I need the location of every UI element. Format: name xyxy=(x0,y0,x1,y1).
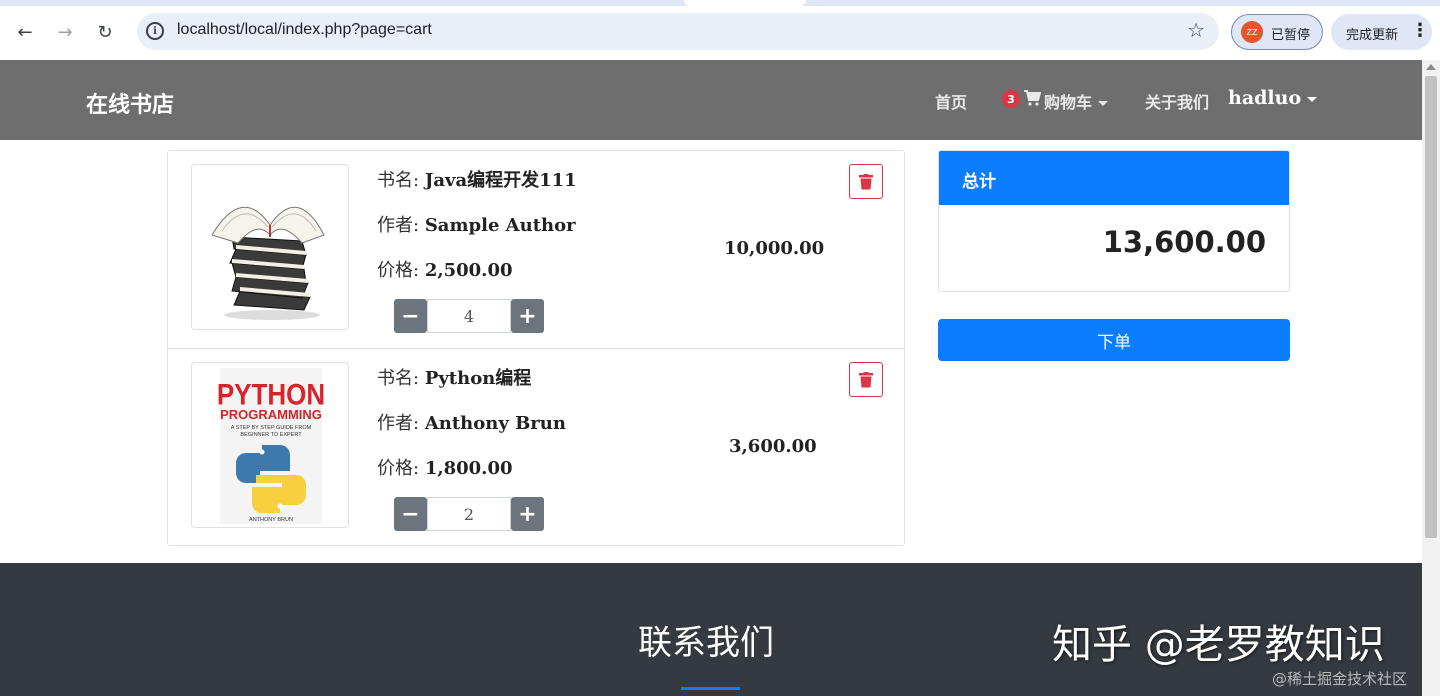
chevron-down-icon xyxy=(1098,101,1109,106)
avatar: ZZ xyxy=(1241,21,1263,43)
quantity-input[interactable] xyxy=(427,497,511,531)
page-scrollbar[interactable] xyxy=(1422,60,1440,696)
book-author: Anthony Brun xyxy=(424,413,566,434)
book-author: Sample Author xyxy=(424,215,576,236)
price-label: 价格: xyxy=(377,458,420,479)
book-cover-image: PYTHON PROGRAMMING A STEP BY STEP GUIDE … xyxy=(191,362,349,528)
forward-icon[interactable]: → xyxy=(51,18,79,46)
trash-icon xyxy=(859,371,873,387)
browser-chrome: ← → ↻ i localhost/local/index.php?page=c… xyxy=(0,0,1440,60)
title-label: 书名: xyxy=(377,170,420,191)
quantity-stepper: − + xyxy=(394,299,544,333)
footer-title: 联系我们 xyxy=(638,623,774,663)
remove-item-button[interactable] xyxy=(849,164,883,199)
cover-author: ANTHONY BRUN xyxy=(249,517,293,523)
trash-icon xyxy=(859,173,873,189)
cart-item: 书名: Java编程开发111 作者: Sample Author 价格: 2,… xyxy=(168,151,904,349)
user-name: hadluo xyxy=(1228,87,1302,109)
author-label: 作者: xyxy=(377,413,420,434)
nav-cart-label: 购物车 xyxy=(1044,93,1093,112)
summary-header: 总计 xyxy=(939,151,1289,205)
menu-dots-icon[interactable]: ⋮ xyxy=(1411,20,1429,41)
back-icon[interactable]: ← xyxy=(11,18,39,46)
site-footer: 联系我们 知乎 @老罗教知识 @稀土掘金技术社区 xyxy=(0,563,1422,696)
book-price: 1,800.00 xyxy=(424,458,513,479)
profile-status: 已暂停 xyxy=(1271,28,1311,43)
book-title: Java编程开发111 xyxy=(424,170,577,191)
place-order-button[interactable]: 下单 xyxy=(938,319,1290,361)
quantity-input[interactable] xyxy=(427,299,511,333)
decrease-quantity-button[interactable]: − xyxy=(394,497,427,531)
scroll-up-icon[interactable] xyxy=(1426,64,1436,70)
site-navbar: 在线书店 首页 3 购物车 关于我们 hadluo xyxy=(0,60,1422,140)
book-title-field: 书名: Python编程 xyxy=(377,364,531,390)
price-label: 价格: xyxy=(377,260,420,281)
cart-item: PYTHON PROGRAMMING A STEP BY STEP GUIDE … xyxy=(168,348,904,546)
book-price: 2,500.00 xyxy=(424,260,513,281)
book-price-field: 价格: 2,500.00 xyxy=(377,256,513,282)
order-total: 13,600.00 xyxy=(1102,225,1266,259)
update-button[interactable]: 完成更新 ⋮ xyxy=(1331,14,1432,50)
nav-about[interactable]: 关于我们 xyxy=(1145,89,1209,113)
url-text[interactable]: localhost/local/index.php?page=cart xyxy=(177,21,432,39)
decrease-quantity-button[interactable]: − xyxy=(394,299,427,333)
profile-button[interactable]: ZZ 已暂停 xyxy=(1231,14,1323,50)
user-menu-dropdown[interactable]: hadluo xyxy=(1228,87,1318,109)
stack-of-books-icon xyxy=(211,206,325,320)
scrollbar-thumb[interactable] xyxy=(1425,76,1437,538)
order-summary-card: 总计 13,600.00 xyxy=(938,150,1290,292)
watermark-secondary: @稀土掘金技术社区 xyxy=(1272,670,1408,688)
book-author-field: 作者: Sample Author xyxy=(377,211,576,237)
item-subtotal: 10,000.00 xyxy=(724,238,825,259)
shopping-cart-icon xyxy=(1024,90,1041,106)
title-label: 书名: xyxy=(377,368,420,389)
nav-home[interactable]: 首页 xyxy=(935,89,967,113)
chevron-down-icon xyxy=(1307,96,1318,102)
cover-title: PYTHON xyxy=(217,378,325,411)
author-label: 作者: xyxy=(377,215,420,236)
reload-icon[interactable]: ↻ xyxy=(91,18,119,46)
update-label: 完成更新 xyxy=(1346,28,1399,43)
tab-strip xyxy=(0,0,1440,6)
cover-subtitle: PROGRAMMING xyxy=(220,407,322,422)
remove-item-button[interactable] xyxy=(849,362,883,397)
book-author-field: 作者: Anthony Brun xyxy=(377,409,566,435)
footer-underline xyxy=(681,687,740,690)
book-price-field: 价格: 1,800.00 xyxy=(377,454,513,480)
item-subtotal: 3,600.00 xyxy=(729,436,817,457)
site-info-icon[interactable]: i xyxy=(146,22,164,40)
book-title-field: 书名: Java编程开发111 xyxy=(377,166,577,192)
book-title: Python编程 xyxy=(424,368,532,389)
cover-tagline-2: BEGINNER TO EXPERT xyxy=(240,432,302,438)
address-bar[interactable]: i localhost/local/index.php?page=cart ☆ xyxy=(137,13,1219,50)
brand-logo[interactable]: 在线书店 xyxy=(86,87,174,119)
cart-list: 书名: Java编程开发111 作者: Sample Author 价格: 2,… xyxy=(167,150,905,546)
nav-cart-dropdown[interactable]: 购物车 xyxy=(1044,89,1109,113)
watermark: 知乎 @老罗教知识 xyxy=(1052,622,1385,668)
book-cover-image xyxy=(191,164,349,330)
cover-tagline-1: A STEP BY STEP GUIDE FROM xyxy=(231,425,312,431)
increase-quantity-button[interactable]: + xyxy=(511,497,544,531)
increase-quantity-button[interactable]: + xyxy=(511,299,544,333)
python-book-cover-icon: PYTHON PROGRAMMING A STEP BY STEP GUIDE … xyxy=(217,368,325,524)
bookmark-star-icon[interactable]: ☆ xyxy=(1187,18,1205,42)
quantity-stepper: − + xyxy=(394,497,544,531)
cart-count-badge: 3 xyxy=(1002,90,1020,108)
